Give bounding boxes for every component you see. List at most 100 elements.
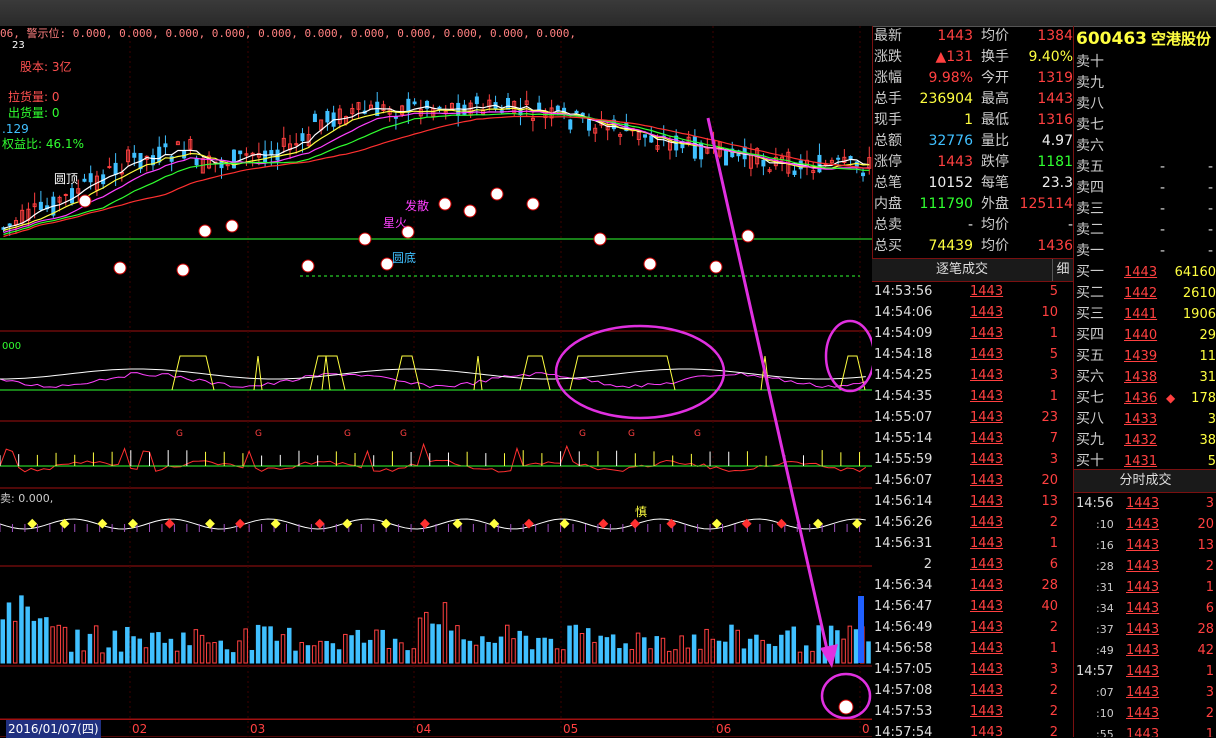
bid-level-price: 1433 xyxy=(1124,412,1158,427)
volume-bar xyxy=(131,636,136,664)
indicator-value-label: .129 xyxy=(2,122,29,136)
detail-button[interactable]: 细 xyxy=(1052,259,1073,281)
bid-level-row[interactable]: 买七 1436 ◆ 178 xyxy=(1074,388,1216,409)
tick-trade-row[interactable]: 14:55:14 1443 7 xyxy=(872,428,1073,449)
tick-trade-row[interactable]: 14:56:31 1443 1 xyxy=(872,533,1073,554)
tick-volume: 2 xyxy=(1049,725,1058,737)
tick-trade-row[interactable]: 14:54:18 1443 5 xyxy=(872,344,1073,365)
ask-level-row[interactable]: 卖五 - - xyxy=(1074,157,1216,178)
smiley-marker xyxy=(741,229,755,243)
split-trade-row[interactable]: :49 1443 42 xyxy=(1074,640,1216,661)
tick-trade-row[interactable]: 14:54:06 1443 10 xyxy=(872,302,1073,323)
volume-bar xyxy=(573,624,579,664)
volume-bar xyxy=(635,632,641,664)
volume-bar xyxy=(729,624,734,664)
tick-trade-row[interactable]: 14:54:25 1443 3 xyxy=(872,365,1073,386)
tick-trade-row[interactable]: 14:57:54 1443 2 xyxy=(872,722,1073,737)
tick-trades-list[interactable]: 14:53:56 1443 5 14:54:06 1443 10 14:54:09 1443 1… xyxy=(872,281,1073,737)
ask-level-row[interactable]: 卖六 xyxy=(1074,136,1216,157)
tick-trade-row[interactable]: 14:56:58 1443 1 xyxy=(872,638,1073,659)
volume-bar xyxy=(841,638,846,664)
ask-level-row[interactable]: 卖七 xyxy=(1074,115,1216,136)
candlestick-body xyxy=(238,150,243,155)
bid-level-row[interactable]: 买九 1432 38 xyxy=(1074,430,1216,451)
split-trade-row[interactable]: :10 1443 2 xyxy=(1074,703,1216,724)
split-trade-row[interactable]: :31 1443 1 xyxy=(1074,577,1216,598)
quote-value: 9.98% xyxy=(928,70,973,86)
split-trade-row[interactable]: :16 1443 13 xyxy=(1074,535,1216,556)
tick-trade-row[interactable]: 14:54:09 1443 1 xyxy=(872,323,1073,344)
bid-level-row[interactable]: 买一 1443 64160 xyxy=(1074,262,1216,283)
tick-trade-row[interactable]: 14:53:56 1443 5 xyxy=(872,281,1073,302)
tick-trade-row[interactable]: 14:56:49 1443 2 xyxy=(872,617,1073,638)
candlestick-body xyxy=(574,110,579,114)
kline-chart-area[interactable]: G G G G G G G 06, 警示位: 0.000, 0.000, 0.000, 0.… xyxy=(0,26,872,737)
quote-value: 10152 xyxy=(928,175,973,191)
ask-level-volume: - xyxy=(1208,222,1214,238)
bid-level-row[interactable]: 买六 1438 31 xyxy=(1074,367,1216,388)
tick-trade-row[interactable]: 14:56:34 1443 28 xyxy=(872,575,1073,596)
tick-volume: 2 xyxy=(1049,704,1058,719)
tick-price: 1443 xyxy=(970,578,1004,593)
tick-trade-row[interactable]: 14:54:35 1443 1 xyxy=(872,386,1073,407)
split-price: 1443 xyxy=(1126,601,1160,616)
ask-level-row[interactable]: 卖四 - - xyxy=(1074,178,1216,199)
tick-trade-row[interactable]: 14:57:08 1443 2 xyxy=(872,680,1073,701)
split-trade-row[interactable]: 14:56 1443 3 xyxy=(1074,493,1216,514)
ask-level-row[interactable]: 卖二 - - xyxy=(1074,220,1216,241)
kline-chart-svg[interactable]: GGGGGGG xyxy=(0,26,872,737)
signal-g-mark: G xyxy=(176,429,183,439)
bid-level-row[interactable]: 买三 1441 1906 xyxy=(1074,304,1216,325)
bid-level-row[interactable]: 买五 1439 11 xyxy=(1074,346,1216,367)
quote-value: 1436 xyxy=(1037,238,1073,254)
bid-level-row[interactable]: 买二 1442 2610 xyxy=(1074,283,1216,304)
volume-bar xyxy=(529,649,535,664)
split-trade-row[interactable]: :55 1443 1 xyxy=(1074,724,1216,737)
quote-value: 111790 xyxy=(919,196,973,212)
ask-level-row[interactable]: 卖九 xyxy=(1074,73,1216,94)
ask-level-label: 卖九 xyxy=(1076,75,1104,91)
split-trade-row[interactable]: 14:57 1443 1 xyxy=(1074,661,1216,682)
tick-trade-row[interactable]: 14:56:07 1443 20 xyxy=(872,470,1073,491)
bid-level-label: 买七 xyxy=(1076,390,1104,406)
tick-trade-row[interactable]: 14:56:26 1443 2 xyxy=(872,512,1073,533)
tick-trade-row[interactable]: 14:56:14 1443 13 xyxy=(872,491,1073,512)
split-trade-row[interactable]: :28 1443 2 xyxy=(1074,556,1216,577)
candlestick-body xyxy=(437,106,442,109)
split-trade-row[interactable]: :34 1443 6 xyxy=(1074,598,1216,619)
quote-label: 内盘 xyxy=(874,196,902,212)
split-trade-row[interactable]: :10 1443 20 xyxy=(1074,514,1216,535)
bid-level-row[interactable]: 买四 1440 29 xyxy=(1074,325,1216,346)
bid-level-row[interactable]: 买八 1433 3 xyxy=(1074,409,1216,430)
volume-bar xyxy=(69,651,74,664)
tick-trade-row[interactable]: 14:57:53 1443 2 xyxy=(872,701,1073,722)
tick-trade-row[interactable]: 14:55:07 1443 23 xyxy=(872,407,1073,428)
smiley-marker xyxy=(78,194,92,208)
ask-level-row[interactable]: 卖一 - - xyxy=(1074,241,1216,262)
split-trade-row[interactable]: :07 1443 3 xyxy=(1074,682,1216,703)
volume-bar xyxy=(866,641,871,664)
ask-level-row[interactable]: 卖八 xyxy=(1074,94,1216,115)
smiley-marker xyxy=(176,263,190,277)
diamond-marker xyxy=(97,518,108,529)
volume-bar xyxy=(311,645,317,664)
ask-level-row[interactable]: 卖三 - - xyxy=(1074,199,1216,220)
tick-trade-row[interactable]: 2 1443 6 xyxy=(872,554,1073,575)
volume-bar xyxy=(268,626,273,664)
bid-level-volume: 2610 xyxy=(1182,286,1216,301)
tick-trade-row[interactable]: 14:56:47 1443 40 xyxy=(872,596,1073,617)
signal-g-mark: G xyxy=(579,429,586,439)
bid-level-label: 买五 xyxy=(1076,348,1104,364)
bid-level-row[interactable]: 买十 1431 5 xyxy=(1074,451,1216,472)
ask-level-row[interactable]: 卖十 xyxy=(1074,52,1216,73)
tick-trade-row[interactable]: 14:57:05 1443 3 xyxy=(872,659,1073,680)
tick-price: 1443 xyxy=(970,725,1004,737)
moving-average-line xyxy=(3,112,870,236)
volume-bar xyxy=(498,636,504,664)
ask-level-label: 卖三 xyxy=(1076,201,1104,217)
volume-bar xyxy=(243,628,248,664)
tick-trade-row[interactable]: 14:55:59 1443 3 xyxy=(872,449,1073,470)
volume-bar xyxy=(262,626,267,664)
tick-volume: 6 xyxy=(1049,557,1058,572)
split-trade-row[interactable]: :37 1443 28 xyxy=(1074,619,1216,640)
